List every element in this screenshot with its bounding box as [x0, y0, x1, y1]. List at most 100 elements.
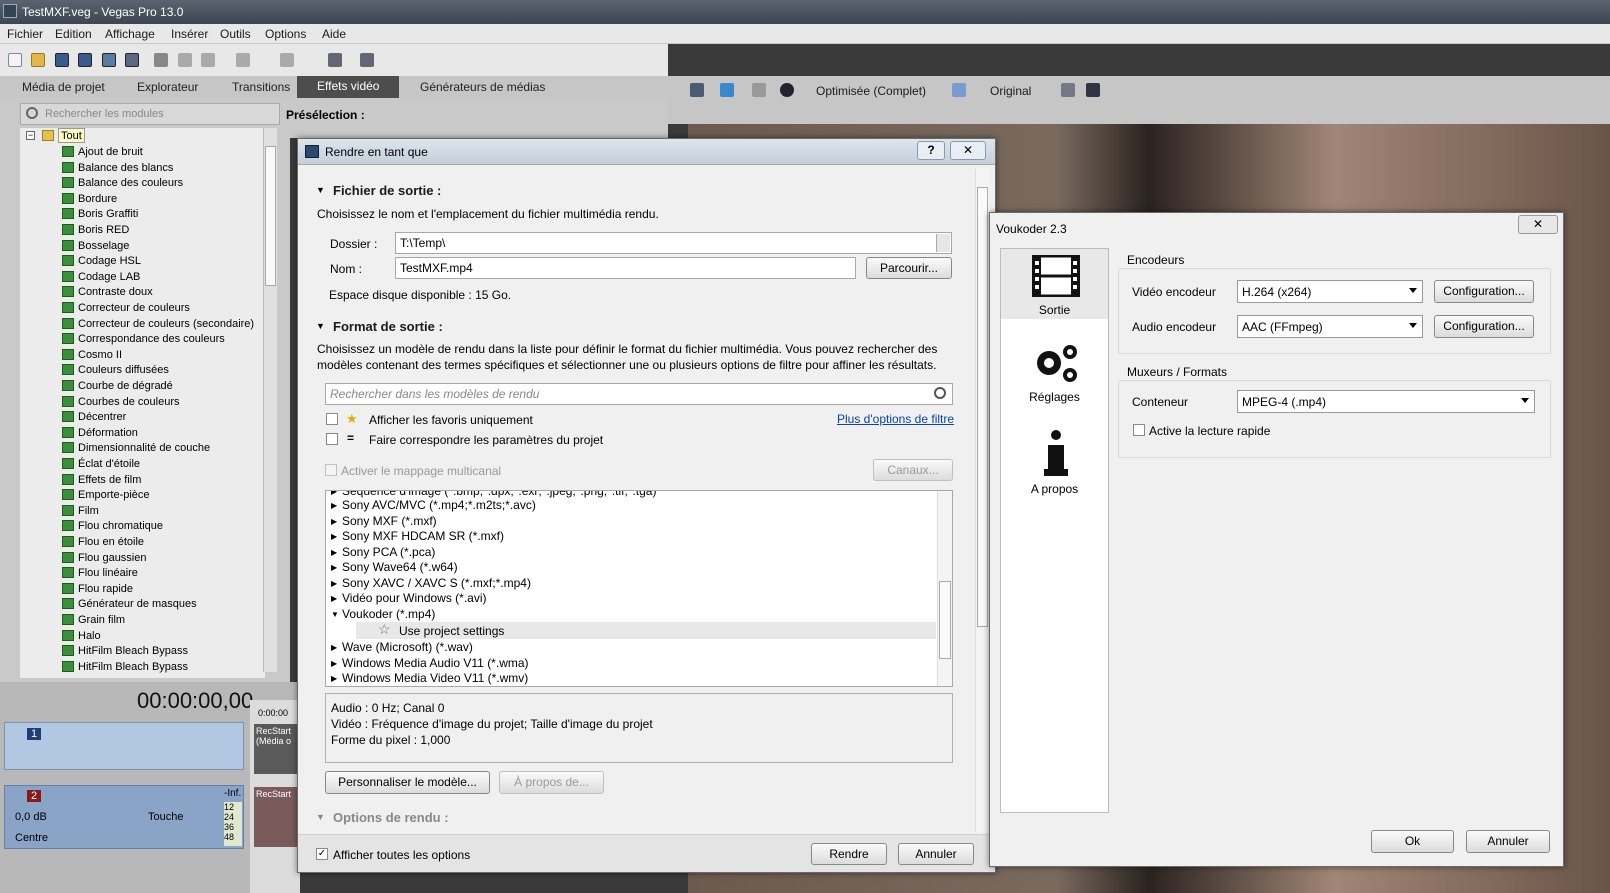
multichannel-checkbox[interactable] — [325, 464, 337, 476]
scroll-thumb[interactable] — [977, 187, 988, 627]
container-select[interactable]: MPEG-4 (.mp4) — [1237, 390, 1535, 413]
match-project-checkbox[interactable] — [326, 433, 338, 445]
grid-icon[interactable] — [952, 83, 966, 97]
tab-transitions[interactable]: Transitions — [232, 80, 290, 94]
effect-item[interactable]: Générateur de masques — [78, 596, 197, 612]
format-template-list[interactable]: ▶ Séquence d'image (*.bmp;*.dpx;*.exr;*.j… — [325, 490, 953, 687]
render-dialog-scrollbar[interactable] — [975, 169, 989, 832]
effect-item[interactable]: Éclat d'étoile — [78, 456, 140, 472]
sidebar-item-sortie[interactable]: Sortie — [1001, 249, 1108, 319]
save-snapshot-icon[interactable] — [1086, 83, 1100, 97]
effect-item[interactable]: Flou en étoile — [78, 534, 144, 550]
sidebar-item-reglages[interactable]: Réglages — [1001, 335, 1108, 405]
effect-item[interactable]: Balance des blancs — [78, 160, 173, 176]
expand-output-file-icon[interactable]: ▼ — [316, 185, 325, 195]
show-all-options-checkbox[interactable]: ✓ — [316, 848, 328, 860]
effect-item[interactable]: Bosselage — [78, 238, 129, 254]
effect-item[interactable]: Grain film — [78, 612, 125, 628]
effect-item[interactable]: Contraste doux — [78, 284, 153, 300]
format-item[interactable]: ▶ Sony MXF HDCAM SR (*.mxf) — [331, 529, 504, 544]
external-monitor-icon[interactable] — [720, 83, 734, 97]
tree-root-tout[interactable]: Tout — [58, 128, 85, 143]
project-properties-icon[interactable] — [690, 83, 704, 97]
menu-fichier[interactable]: Fichier — [7, 27, 43, 41]
effect-item[interactable]: Codage LAB — [78, 269, 140, 285]
cancel-button[interactable]: Annuler — [898, 843, 974, 865]
format-item[interactable]: ▶ Vidéo pour Windows (*.avi) — [331, 591, 487, 606]
audio-clip[interactable]: RecStart — [254, 787, 300, 847]
effect-item[interactable]: Correspondance des couleurs — [78, 331, 225, 347]
tab-media-projet[interactable]: Média de projet — [22, 80, 105, 94]
effect-item[interactable]: Décentrer — [78, 409, 126, 425]
overlays-icon[interactable] — [780, 83, 794, 97]
format-item[interactable]: ▶ Sony XAVC / XAVC S (*.mxf;*.mp4) — [331, 576, 531, 591]
format-item[interactable]: ▶ Wave (Microsoft) (*.wav) — [331, 640, 473, 655]
customize-template-button[interactable]: Personnaliser le modèle... — [325, 771, 490, 794]
save-icon[interactable] — [55, 53, 69, 67]
video-config-button[interactable]: Configuration... — [1434, 280, 1534, 303]
menu-inserer[interactable]: Insérer — [171, 27, 208, 41]
effect-item[interactable]: Flou chromatique — [78, 518, 163, 534]
chevron-down-icon[interactable] — [936, 234, 950, 252]
effect-item[interactable]: HitFilm Bleach Bypass — [78, 659, 188, 675]
ok-button[interactable]: Ok — [1371, 830, 1454, 853]
format-item[interactable]: ▶ Sony Wave64 (*.w64) — [331, 560, 458, 575]
effect-item[interactable]: Bordure — [78, 191, 117, 207]
plugin-search-input[interactable]: Rechercher les modules — [20, 103, 280, 125]
cancel-button[interactable]: Annuler — [1466, 830, 1550, 853]
effect-item[interactable]: Codage HSL — [78, 253, 141, 269]
tab-explorateur[interactable]: Explorateur — [137, 80, 198, 94]
effect-item[interactable]: Courbes de couleurs — [78, 394, 180, 410]
effect-item[interactable]: Film — [78, 503, 99, 519]
menu-outils[interactable]: Outils — [220, 27, 251, 41]
menu-affichage[interactable]: Affichage — [105, 27, 155, 41]
effect-item[interactable]: Flou linéaire — [78, 565, 138, 581]
format-item-voukoder[interactable]: ▼ Voukoder (*.mp4) — [331, 607, 435, 622]
effect-item[interactable]: Courbe de dégradé — [78, 378, 173, 394]
channels-button[interactable]: Canaux... — [873, 459, 953, 481]
menu-edition[interactable]: Edition — [55, 27, 92, 41]
close-button[interactable]: ✕ — [950, 141, 986, 160]
audio-config-button[interactable]: Configuration... — [1434, 315, 1534, 338]
file-name-input[interactable]: TestMXF.mp4 — [395, 257, 856, 279]
new-icon[interactable] — [8, 53, 22, 67]
menu-options[interactable]: Options — [265, 27, 306, 41]
effect-item[interactable]: Correcteur de couleurs — [78, 300, 190, 316]
scroll-thumb[interactable] — [939, 581, 951, 659]
effect-item[interactable]: Couleurs diffusées — [78, 362, 169, 378]
collapse-icon[interactable]: − — [26, 131, 35, 140]
preview-size-select[interactable]: Original — [990, 84, 1031, 98]
render-button[interactable]: Rendre — [811, 843, 887, 865]
render-icon[interactable] — [102, 53, 116, 67]
star-outline-icon[interactable]: ☆ — [378, 621, 391, 638]
paste-icon[interactable] — [201, 53, 215, 67]
video-clip[interactable]: RecStart (Média o — [254, 724, 300, 774]
track-2-header[interactable]: 2 -Inf. 0,0 dB Touche Centre 12 24 36 48 — [4, 785, 244, 849]
effect-item[interactable]: Boris RED — [78, 222, 129, 238]
effect-item[interactable]: Ajout de bruit — [78, 144, 143, 160]
properties-icon[interactable] — [125, 53, 139, 67]
preview-quality-select[interactable]: Optimisée (Complet) — [816, 84, 926, 98]
scroll-thumb[interactable] — [265, 146, 276, 286]
template-selected-row[interactable]: ☆ Use project settings — [356, 621, 936, 639]
effect-item[interactable]: Déformation — [78, 425, 138, 441]
undo-icon[interactable] — [236, 53, 250, 67]
redo-icon[interactable] — [280, 53, 294, 67]
tree-scrollbar[interactable] — [263, 128, 277, 672]
folder-combo[interactable]: T:\Temp\ — [395, 232, 952, 254]
help-button[interactable]: ? — [917, 141, 945, 160]
enable-snapping-icon[interactable] — [328, 53, 342, 67]
close-button[interactable]: ✕ — [1518, 215, 1558, 234]
auto-ripple-icon[interactable] — [360, 53, 374, 67]
effect-item[interactable]: Dimensionnalité de couche — [78, 440, 210, 456]
faststart-checkbox[interactable] — [1133, 424, 1145, 436]
format-item[interactable]: ▶ Windows Media Audio V11 (*.wma) — [331, 656, 529, 671]
browse-button[interactable]: Parcourir... — [866, 257, 952, 279]
effect-item[interactable]: Flou rapide — [78, 581, 133, 597]
video-encoder-select[interactable]: H.264 (x264) — [1237, 280, 1423, 303]
effect-item[interactable]: HitFilm Bleach Bypass — [78, 643, 188, 659]
audio-encoder-select[interactable]: AAC (FFmpeg) — [1237, 315, 1423, 338]
sidebar-item-apropos[interactable]: A propos — [1001, 425, 1108, 496]
format-item[interactable]: ▶ Sony PCA (*.pca) — [331, 545, 435, 560]
more-filters-link[interactable]: Plus d'options de filtre — [837, 412, 954, 426]
